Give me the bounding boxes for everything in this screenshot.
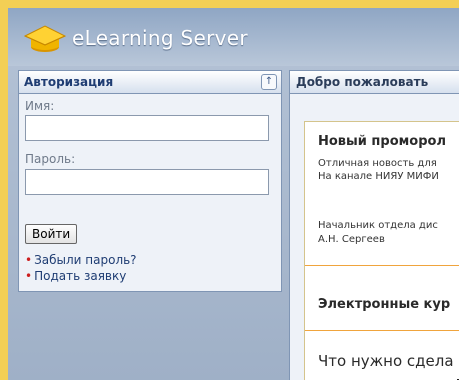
bullet-icon: •: [25, 253, 33, 267]
divider: [305, 330, 459, 331]
name-input[interactable]: [25, 115, 269, 141]
apply-label: Подать заявку: [34, 269, 127, 283]
news-heading[interactable]: Новый проморол: [318, 134, 446, 149]
password-label: Пароль:: [25, 152, 76, 166]
auth-title: Авторизация: [24, 75, 114, 89]
graduation-cap-icon: [24, 25, 66, 52]
logo-text: eLearning Server: [72, 26, 248, 50]
header: eLearning Server: [8, 8, 459, 66]
news-line: На канале НИЯУ МИФИ: [318, 171, 439, 182]
name-label: Имя:: [25, 99, 55, 113]
welcome-bar: Добро пожаловать: [290, 71, 459, 94]
app-window: eLearning Server Авторизация ↑ Имя: Паро…: [8, 8, 459, 380]
forgot-password-link[interactable]: • Забыли пароль?: [25, 253, 137, 267]
welcome-title: Добро пожаловать: [296, 75, 429, 89]
what-todo-heading: Что нужно сдела: [318, 352, 454, 370]
news-box: Новый проморол Отличная новость для На к…: [304, 121, 459, 380]
auth-panel-header: Авторизация ↑: [19, 71, 281, 94]
password-input[interactable]: [25, 169, 269, 195]
auth-panel: Авторизация ↑ Имя: Пароль: Войти • Забыли…: [18, 70, 282, 292]
divider: [305, 265, 459, 266]
apply-link[interactable]: • Подать заявку: [25, 269, 126, 283]
news-line: Начальник отдела дис: [318, 220, 438, 231]
bullet-icon: •: [25, 269, 33, 283]
logo[interactable]: eLearning Server: [24, 22, 248, 54]
news-line: Отличная новость для: [318, 158, 437, 169]
login-button[interactable]: Войти: [25, 224, 78, 244]
forgot-password-label: Забыли пароль?: [34, 253, 137, 267]
collapse-up-icon[interactable]: ↑: [261, 74, 277, 90]
news-line: А.Н. Сергеев: [318, 234, 385, 245]
ecourses-heading[interactable]: Электронные кур: [318, 297, 450, 312]
main-content: Добро пожаловать Новый проморол Отличная…: [289, 70, 459, 380]
